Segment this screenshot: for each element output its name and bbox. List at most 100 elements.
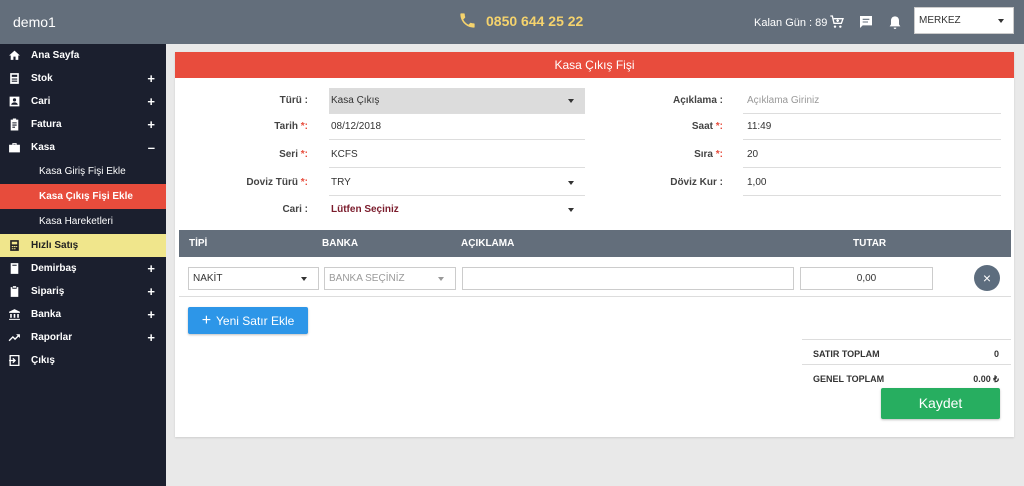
tutar-input[interactable]: 0,00	[800, 267, 933, 290]
column-header-aciklama: AÇIKLAMA	[461, 238, 515, 249]
seri-row: Seri *: KCFS	[175, 142, 585, 168]
doviz-kur-field[interactable]: 1,00	[743, 170, 1001, 196]
sidebar-subitem-kasa-giris[interactable]: Kasa Giriş Fişi Ekle	[0, 159, 166, 184]
turu-value: Kasa Çıkış	[331, 95, 380, 106]
sidebar-item-label: Fatura	[31, 119, 62, 130]
banka-select[interactable]: BANKA SEÇİNİZ	[324, 267, 456, 290]
sidebar-item-label: Ana Sayfa	[31, 50, 80, 61]
seri-value: KCFS	[331, 149, 358, 160]
notification-bell-icon[interactable]	[887, 15, 903, 31]
sidebar-item-siparis[interactable]: Sipariş +	[0, 280, 166, 303]
store-select-value: MERKEZ	[919, 15, 961, 26]
doviz-kur-value: 1,00	[747, 177, 767, 188]
doviz-kur-label: Döviz Kur :	[670, 177, 723, 188]
sidebar-item-label: Çıkış	[31, 355, 55, 366]
store-select[interactable]: MERKEZ	[914, 7, 1014, 34]
contact-icon	[8, 95, 21, 108]
bank-icon	[8, 308, 21, 321]
column-header-banka: BANKA	[322, 238, 359, 249]
chevron-down-icon	[568, 208, 574, 212]
turu-row: Türü : Kasa Çıkış	[175, 88, 585, 114]
save-button[interactable]: Kaydet	[881, 388, 1000, 419]
aciklama-row: Açıklama : Açıklama Giriniz	[595, 88, 1001, 114]
phone-number: 0850 644 25 22	[486, 12, 584, 29]
column-header-tipi: TİPİ	[189, 238, 208, 249]
aciklama-placeholder: Açıklama Giriniz	[747, 95, 820, 106]
sidebar-item-ana-sayfa[interactable]: Ana Sayfa	[0, 44, 166, 67]
sidebar-item-demirbas[interactable]: Demirbaş +	[0, 257, 166, 280]
cart-icon[interactable]	[829, 14, 845, 30]
sidebar-item-label: Cari	[31, 96, 51, 107]
sidebar-subitem-label: Kasa Giriş Fişi Ekle	[39, 166, 126, 177]
pos-icon	[8, 239, 21, 252]
sidebar-item-kasa[interactable]: Kasa –	[0, 136, 166, 159]
tutar-value: 0,00	[856, 273, 877, 284]
seri-field[interactable]: KCFS	[329, 142, 585, 168]
add-row-label: Yeni Satır Ekle	[216, 313, 295, 328]
saat-label: Saat *:	[691, 121, 723, 132]
cari-label: Cari :	[282, 204, 308, 215]
expand-toggle[interactable]: +	[147, 261, 155, 276]
tarih-field[interactable]: 08/12/2018	[329, 114, 585, 140]
aciklama-label: Açıklama :	[672, 95, 723, 106]
top-bar: demo1 0850 644 25 22 Kalan Gün : 89 MERK…	[0, 0, 1024, 44]
sidebar-item-hizli-satis[interactable]: Hızlı Satış	[0, 234, 166, 257]
tipi-value: NAKİT	[193, 273, 223, 284]
chevron-down-icon	[998, 19, 1004, 23]
sidebar-item-cikis[interactable]: Çıkış	[0, 349, 166, 372]
sidebar-item-raporlar[interactable]: Raporlar +	[0, 326, 166, 349]
tipi-select[interactable]: NAKİT	[188, 267, 319, 290]
chevron-down-icon	[568, 99, 574, 103]
table-header: TİPİ BANKA AÇIKLAMA TUTAR	[179, 230, 1011, 257]
invoice-icon	[8, 118, 21, 131]
sira-field[interactable]: 20	[743, 142, 1001, 168]
briefcase-icon	[8, 141, 21, 154]
sidebar-item-cari[interactable]: Cari +	[0, 90, 166, 113]
sira-label: Sıra *:	[694, 149, 723, 160]
expand-toggle[interactable]: +	[147, 71, 155, 86]
phone-display: 0850 644 25 22	[458, 11, 583, 30]
brand-name[interactable]: demo1	[13, 14, 56, 30]
sidebar-subitem-kasa-cikis[interactable]: Kasa Çıkış Fişi Ekle	[0, 184, 166, 209]
chevron-down-icon	[301, 277, 307, 281]
logout-icon	[8, 354, 21, 367]
sira-value: 20	[747, 149, 759, 160]
saat-field[interactable]: 11:49	[743, 114, 1001, 140]
message-icon[interactable]	[858, 14, 874, 30]
aciklama-input[interactable]: Açıklama Giriniz	[743, 88, 1001, 114]
tarih-label: Tarih *:	[274, 121, 308, 132]
cari-select[interactable]: Lütfen Seçiniz	[329, 197, 585, 223]
expand-toggle[interactable]: +	[147, 284, 155, 299]
remaining-days: Kalan Gün : 89	[754, 17, 828, 29]
doviz-turu-label: Doviz Türü *:	[246, 177, 308, 188]
expand-toggle[interactable]: +	[147, 117, 155, 132]
sidebar-item-label: Stok	[31, 73, 53, 84]
sidebar-item-fatura[interactable]: Fatura +	[0, 113, 166, 136]
sidebar-item-stok[interactable]: Stok +	[0, 67, 166, 90]
delete-row-button[interactable]: ×	[974, 265, 1000, 291]
trend-icon	[8, 331, 21, 344]
sidebar-item-label: Sipariş	[31, 286, 65, 297]
sira-row: Sıra *: 20	[595, 142, 1001, 168]
row-aciklama-input[interactable]	[462, 267, 794, 290]
doviz-turu-select[interactable]: TRY	[329, 170, 585, 196]
clipboard-icon	[8, 285, 21, 298]
tarih-row: Tarih *: 08/12/2018	[175, 114, 585, 140]
turu-label: Türü :	[279, 95, 308, 106]
form-title: Kasa Çıkış Fişi	[175, 52, 1014, 78]
genel-toplam-value: 0.00 ₺	[973, 374, 999, 384]
expand-toggle[interactable]: +	[147, 307, 155, 322]
plus-icon: +	[201, 311, 212, 329]
sidebar-item-label: Kasa	[31, 142, 55, 153]
add-row-button[interactable]: + Yeni Satır Ekle	[188, 307, 308, 334]
expand-toggle[interactable]: +	[147, 330, 155, 345]
sidebar-item-label: Demirbaş	[31, 263, 77, 274]
sidebar-subitem-kasa-hareketleri[interactable]: Kasa Hareketleri	[0, 209, 166, 234]
sidebar-item-label: Raporlar	[31, 332, 73, 343]
sidebar-item-banka[interactable]: Banka +	[0, 303, 166, 326]
collapse-toggle[interactable]: –	[148, 140, 155, 155]
doviz-turu-row: Doviz Türü *: TRY	[175, 170, 585, 196]
expand-toggle[interactable]: +	[147, 94, 155, 109]
turu-select[interactable]: Kasa Çıkış	[329, 88, 585, 114]
satir-toplam-value: 0	[993, 349, 999, 359]
